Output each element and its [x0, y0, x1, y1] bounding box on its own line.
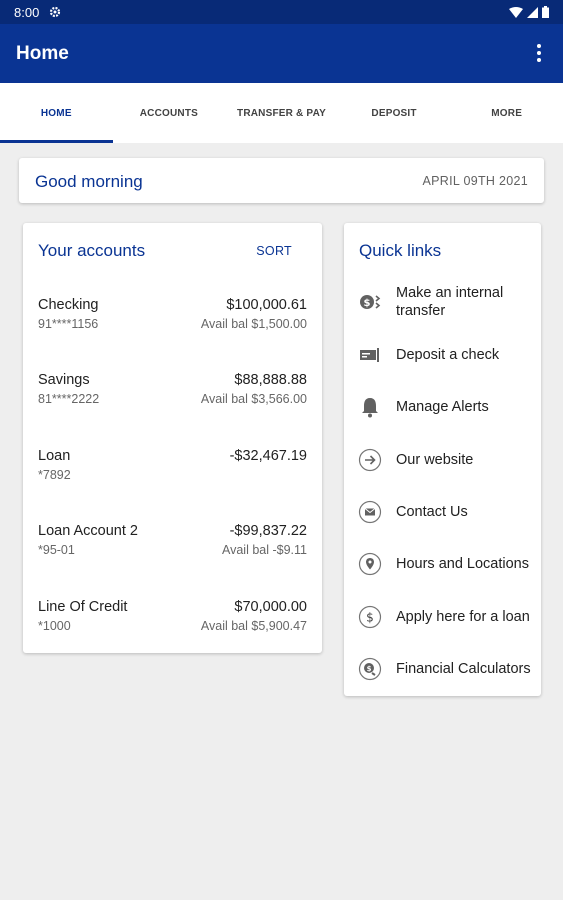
wifi-icon	[509, 6, 523, 18]
quick-links-title: Quick links	[359, 241, 442, 260]
account-name: Checking	[38, 297, 99, 313]
quick-link-label: Contact Us	[396, 504, 468, 520]
tab-bar: HOME ACCOUNTS TRANSFER & PAY DEPOSIT MOR…	[0, 83, 563, 143]
quick-links-card: Quick links $ Make an internal transfer …	[344, 223, 541, 696]
account-name: Loan Account 2	[38, 523, 138, 539]
account-number: *95-01	[38, 543, 75, 557]
transfer-icon: $	[358, 290, 382, 314]
account-available: Avail bal $1,500.00	[200, 317, 307, 331]
greeting-date: APRIL 09TH 2021	[422, 174, 528, 188]
account-number: 81****2222	[38, 392, 100, 406]
tab-accounts[interactable]: ACCOUNTS	[113, 83, 226, 143]
status-time: 8:00	[14, 5, 40, 20]
quick-link-apply-loan[interactable]: $ Apply here for a loan	[344, 595, 541, 639]
account-balance: $70,000.00	[234, 599, 307, 615]
arrow-right-circle-icon	[358, 448, 382, 472]
quick-link-label: Make an internal transfer	[396, 285, 504, 319]
page-title: Home	[16, 43, 69, 64]
calculator-icon: $	[358, 657, 382, 681]
mail-circle-icon	[358, 500, 382, 524]
check-deposit-icon	[358, 343, 382, 367]
account-available: Avail bal $3,566.00	[200, 392, 307, 406]
account-available: Avail bal -$9.11	[221, 543, 307, 557]
quick-link-manage-alerts[interactable]: Manage Alerts	[344, 385, 541, 429]
sort-button[interactable]: SORT	[256, 244, 292, 258]
settings-gear-icon	[49, 6, 61, 18]
quick-link-label: Manage Alerts	[396, 399, 489, 415]
app-bar: Home	[0, 24, 563, 83]
dollar-circle-icon: $	[358, 605, 382, 629]
account-number: 91****1156	[38, 317, 99, 331]
quick-link-label: Financial Calculators	[396, 661, 531, 677]
account-balance: $88,888.88	[234, 372, 307, 388]
account-balance: -$32,467.19	[229, 448, 307, 464]
svg-text:$: $	[366, 611, 374, 625]
quick-link-financial-calculators[interactable]: $ Financial Calculators	[344, 647, 541, 691]
greeting-card: Good morning APRIL 09TH 2021	[19, 158, 544, 203]
status-bar: 8:00	[0, 0, 563, 24]
battery-icon	[542, 6, 549, 18]
tab-deposit[interactable]: DEPOSIT	[338, 83, 451, 143]
location-pin-icon	[358, 552, 382, 576]
quick-link-internal-transfer[interactable]: $ Make an internal transfer	[344, 280, 541, 324]
account-name: Savings	[38, 372, 90, 388]
account-row-loan[interactable]: Loan *7892 -$32,467.19	[23, 448, 322, 508]
quick-link-our-website[interactable]: Our website	[344, 438, 541, 482]
account-row-loan-account-2[interactable]: Loan Account 2 *95-01 -$99,837.22 Avail …	[23, 523, 322, 583]
quick-link-label: Hours and Locations	[396, 556, 529, 572]
overflow-menu-icon[interactable]	[533, 42, 545, 64]
tab-home[interactable]: HOME	[0, 83, 113, 143]
account-name: Loan	[38, 448, 71, 464]
bell-icon	[358, 395, 382, 419]
quick-link-contact-us[interactable]: Contact Us	[344, 490, 541, 534]
svg-text:$: $	[367, 665, 372, 673]
svg-text:$: $	[364, 298, 371, 309]
account-number: *1000	[38, 619, 71, 633]
quick-link-hours-locations[interactable]: Hours and Locations	[344, 542, 541, 586]
tab-more[interactable]: MORE	[450, 83, 563, 143]
quick-link-label: Apply here for a loan	[396, 609, 530, 625]
account-available: Avail bal $5,900.47	[200, 619, 307, 633]
status-icons	[509, 6, 549, 18]
account-row-savings[interactable]: Savings 81****2222 $88,888.88 Avail bal …	[23, 372, 322, 432]
accounts-title: Your accounts	[38, 241, 146, 260]
account-number: *7892	[38, 468, 71, 482]
signal-icon	[527, 6, 538, 18]
account-row-line-of-credit[interactable]: Line Of Credit *1000 $70,000.00 Avail ba…	[23, 599, 322, 659]
quick-link-label: Deposit a check	[396, 347, 500, 363]
account-balance: $100,000.61	[226, 297, 307, 313]
greeting-text: Good morning	[35, 172, 143, 191]
tab-transfer-pay[interactable]: TRANSFER & PAY	[225, 83, 338, 143]
quick-link-label: Our website	[396, 452, 474, 468]
quick-link-deposit-check[interactable]: Deposit a check	[344, 333, 541, 377]
accounts-card: Your accounts SORT Checking 91****1156 $…	[23, 223, 322, 653]
account-balance: -$99,837.22	[229, 523, 307, 539]
account-name: Line Of Credit	[38, 599, 128, 615]
account-row-checking[interactable]: Checking 91****1156 $100,000.61 Avail ba…	[23, 297, 322, 357]
